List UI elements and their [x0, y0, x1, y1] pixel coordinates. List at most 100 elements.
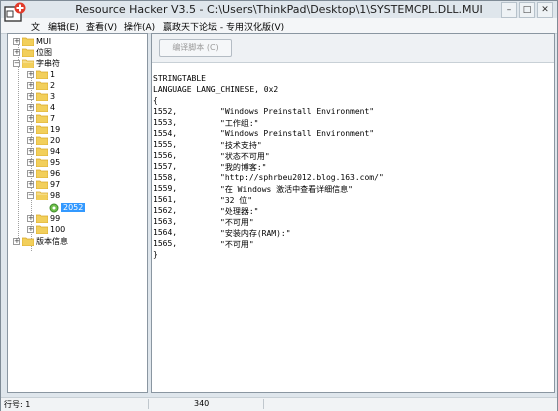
- tree-label: 95: [50, 158, 61, 167]
- expand-icon[interactable]: +: [27, 115, 34, 122]
- code-line: }: [153, 250, 158, 259]
- tree-node-string-96[interactable]: +96: [27, 168, 60, 179]
- compile-script-button[interactable]: 编译脚本 (C): [159, 39, 232, 57]
- expand-icon[interactable]: +: [27, 148, 34, 155]
- string-id: 1557,: [153, 162, 178, 171]
- maximize-button[interactable]: □: [519, 2, 535, 18]
- app-logo-icon: [4, 2, 26, 22]
- resource-tree[interactable]: + MUI + 位图 − 字串符 +1 +2 +3 +4 +7 +19 +20 …: [7, 33, 148, 393]
- folder-icon: [36, 136, 48, 145]
- string-id: 1558,: [153, 173, 178, 182]
- expand-icon[interactable]: +: [27, 93, 34, 100]
- string-id: 1561,: [153, 195, 178, 204]
- menu-view[interactable]: 查看(V): [86, 20, 117, 33]
- minimize-button[interactable]: –: [501, 2, 517, 18]
- tree-node-string-2[interactable]: +2: [27, 80, 55, 91]
- tree-node-string-19[interactable]: +19: [27, 124, 60, 135]
- folder-icon: [36, 114, 48, 123]
- expand-icon[interactable]: +: [27, 181, 34, 188]
- expand-icon[interactable]: +: [27, 126, 34, 133]
- folder-icon: [36, 81, 48, 90]
- tree-node-string-7[interactable]: +7: [27, 113, 55, 124]
- string-id: 1555,: [153, 140, 178, 149]
- menu-forum[interactable]: 赢政天下论坛 - 专用汉化版(V): [163, 20, 284, 33]
- tree-node-string-98[interactable]: − 98: [27, 190, 60, 201]
- folder-icon: [22, 37, 34, 46]
- code-line: STRINGTABLE: [153, 74, 206, 83]
- tree-node-mui[interactable]: + MUI: [13, 36, 51, 47]
- expand-icon[interactable]: +: [27, 82, 34, 89]
- menu-action[interactable]: 操作(A): [124, 20, 155, 33]
- expand-icon[interactable]: +: [27, 137, 34, 144]
- tree-node-string-20[interactable]: +20: [27, 135, 60, 146]
- expand-icon[interactable]: +: [27, 104, 34, 111]
- folder-icon: [36, 180, 48, 189]
- tree-node-version-info[interactable]: + 版本信息: [13, 236, 68, 247]
- code-line: {: [153, 96, 158, 105]
- close-button[interactable]: ✕: [537, 2, 553, 18]
- status-divider: [263, 399, 264, 409]
- window-title: Resource Hacker V3.5 - C:\Users\ThinkPad…: [75, 3, 483, 16]
- status-bar: 行号: 1 340: [1, 397, 557, 411]
- tree-label: MUI: [36, 37, 52, 46]
- string-value: "Windows Preinstall Environment": [220, 107, 375, 116]
- string-value: "不可用": [220, 218, 254, 227]
- folder-icon: [36, 225, 48, 234]
- expand-icon[interactable]: +: [13, 238, 20, 245]
- tree-label: 94: [50, 147, 61, 156]
- string-id: 1559,: [153, 184, 178, 193]
- status-count: 340: [194, 399, 210, 408]
- string-id: 1553,: [153, 118, 178, 127]
- collapse-icon[interactable]: −: [13, 60, 20, 67]
- tree-node-lang-2052[interactable]: 2052: [49, 202, 86, 213]
- folder-icon: [36, 92, 48, 101]
- expand-icon[interactable]: +: [27, 170, 34, 177]
- tree-label-selected: 2052: [61, 203, 86, 212]
- tree-node-string-99[interactable]: +99: [27, 213, 60, 224]
- menu-edit[interactable]: 编辑(E): [48, 20, 79, 33]
- menu-bar: 文 编辑(E) 查看(V) 操作(A) 赢政天下论坛 - 专用汉化版(V): [1, 18, 557, 34]
- window-controls: – □ ✕: [499, 2, 553, 18]
- title-bar[interactable]: Resource Hacker V3.5 - C:\Users\ThinkPad…: [1, 1, 557, 18]
- tree-node-string-3[interactable]: +3: [27, 91, 55, 102]
- expand-icon[interactable]: +: [27, 215, 34, 222]
- tree-node-string-95[interactable]: +95: [27, 157, 60, 168]
- string-id: 1554,: [153, 129, 178, 138]
- tree-node-bitmap[interactable]: + 位图: [13, 47, 52, 58]
- tree-node-stringtable[interactable]: − 字串符: [13, 58, 60, 69]
- tree-label: 版本信息: [36, 237, 68, 246]
- main-window: Resource Hacker V3.5 - C:\Users\ThinkPad…: [0, 0, 558, 411]
- menu-file[interactable]: 文: [31, 20, 40, 33]
- folder-icon: [22, 48, 34, 57]
- status-divider: [148, 399, 149, 409]
- expand-icon[interactable]: +: [13, 38, 20, 45]
- string-id: 1563,: [153, 217, 178, 226]
- tree-node-string-100[interactable]: +100: [27, 224, 65, 235]
- open-folder-icon: [36, 191, 48, 200]
- string-id: 1564,: [153, 228, 178, 237]
- tree-node-string-1[interactable]: +1: [27, 69, 55, 80]
- expand-icon[interactable]: +: [27, 226, 34, 233]
- tree-node-string-97[interactable]: +97: [27, 179, 60, 190]
- folder-icon: [36, 70, 48, 79]
- code-line: LANGUAGE LANG_CHINESE, 0x2: [153, 85, 279, 94]
- collapse-icon[interactable]: −: [27, 192, 34, 199]
- tree-label: 7: [50, 114, 56, 123]
- string-value: "Windows Preinstall Environment": [220, 129, 375, 138]
- tree-node-string-94[interactable]: +94: [27, 146, 60, 157]
- tree-label: 98: [50, 191, 61, 200]
- string-value: "技术支持": [220, 141, 262, 150]
- string-value: "安装内存(RAM):": [220, 229, 291, 238]
- expand-icon[interactable]: +: [13, 49, 20, 56]
- folder-icon: [36, 125, 48, 134]
- tree-node-string-4[interactable]: +4: [27, 102, 55, 113]
- expand-icon[interactable]: +: [27, 71, 34, 78]
- string-value: "在 Windows 激活中查看详细信息": [220, 185, 353, 194]
- string-value: "我的博客:": [220, 163, 267, 172]
- expand-icon[interactable]: +: [27, 159, 34, 166]
- script-pane: 编译脚本 (C) STRINGTABLE LANGUAGE LANG_CHINE…: [151, 33, 555, 393]
- string-id: 1556,: [153, 151, 178, 160]
- tree-label: 字串符: [36, 59, 60, 68]
- tree-label: 96: [50, 169, 61, 178]
- string-value: "状态不可用": [220, 152, 270, 161]
